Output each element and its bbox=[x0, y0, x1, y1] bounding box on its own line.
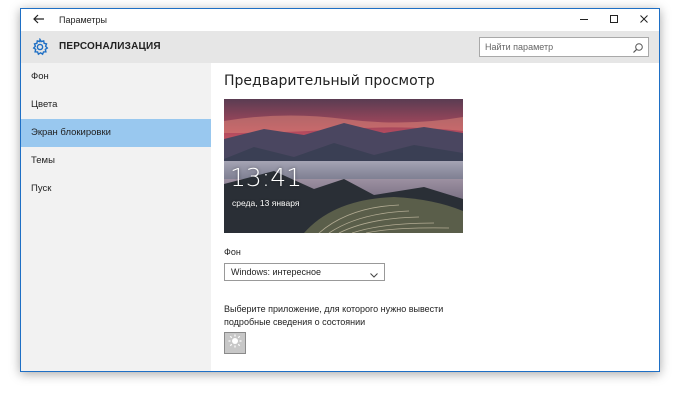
gear-icon bbox=[31, 37, 49, 56]
maximize-button[interactable] bbox=[599, 9, 629, 31]
lock-screen-time: 13:41 bbox=[230, 163, 303, 192]
search-input[interactable] bbox=[480, 38, 628, 56]
background-dropdown[interactable]: Windows: интересное bbox=[224, 263, 385, 281]
minimize-icon bbox=[579, 14, 589, 26]
lock-screen-preview: 13:41 среда, 13 января bbox=[224, 99, 463, 233]
window-title: Параметры bbox=[59, 15, 107, 25]
section-title: Предварительный просмотр bbox=[224, 73, 435, 89]
arrow-left-icon bbox=[33, 14, 45, 26]
sun-icon bbox=[228, 334, 242, 353]
detailed-status-app-label: Выберите приложение, для которого нужно … bbox=[224, 304, 444, 327]
close-button[interactable] bbox=[629, 9, 659, 31]
window-controls bbox=[569, 9, 659, 31]
sidebar-item-colors[interactable]: Цвета bbox=[21, 91, 211, 119]
lock-screen-date: среда, 13 января bbox=[232, 198, 300, 208]
close-icon bbox=[639, 14, 649, 26]
minimize-button[interactable] bbox=[569, 9, 599, 31]
settings-window: Параметры ПЕРСОНАЛИЗАЦИЯ Найти параметр … bbox=[20, 8, 660, 372]
search-box[interactable] bbox=[479, 37, 649, 57]
sidebar-nav: Фон Цвета Экран блокировки Темы Пуск bbox=[21, 63, 211, 371]
back-button[interactable] bbox=[25, 9, 53, 31]
sidebar-item-background[interactable]: Фон bbox=[21, 63, 211, 91]
sidebar-item-lock-screen[interactable]: Экран блокировки bbox=[21, 119, 211, 147]
main-content: Предварительный просмотр 13:41 среда, 13… bbox=[211, 63, 659, 371]
page-header: ПЕРСОНАЛИЗАЦИЯ bbox=[21, 31, 659, 63]
background-label: Фон bbox=[224, 247, 241, 257]
search-icon[interactable] bbox=[632, 41, 644, 59]
background-dropdown-value: Windows: интересное bbox=[231, 267, 322, 277]
sidebar-item-start[interactable]: Пуск bbox=[21, 175, 211, 203]
chevron-down-icon bbox=[369, 267, 379, 285]
title-bar: Параметры bbox=[21, 9, 659, 31]
page-title: ПЕРСОНАЛИЗАЦИЯ bbox=[59, 41, 161, 52]
maximize-icon bbox=[609, 14, 619, 26]
sidebar-item-themes[interactable]: Темы bbox=[21, 147, 211, 175]
detailed-status-app-button[interactable] bbox=[224, 332, 246, 354]
